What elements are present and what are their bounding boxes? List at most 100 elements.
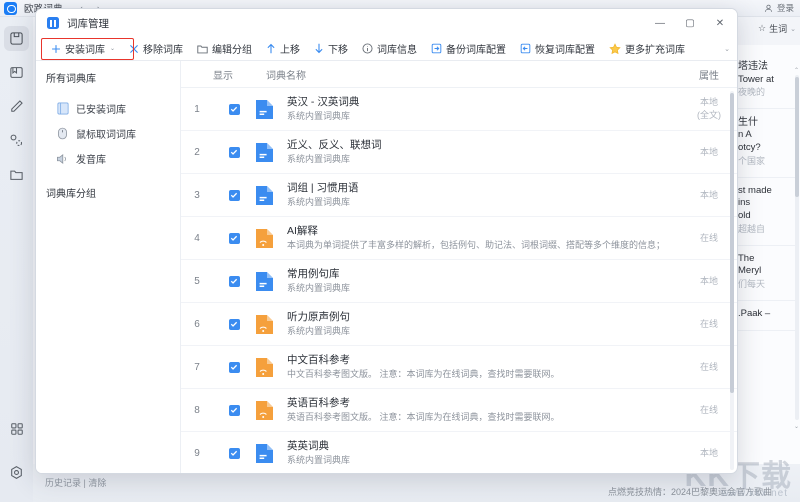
row-show-cell[interactable] [213,275,255,287]
row-checkbox[interactable] [228,404,240,416]
row-checkbox[interactable] [228,447,240,459]
row-show-cell[interactable] [213,232,255,244]
row-show-cell[interactable] [213,146,255,158]
row-checkbox[interactable] [228,318,240,330]
toolbar-backup-config[interactable]: 备份词库配置 [424,39,513,58]
rail-apps-grid-icon[interactable] [4,416,29,441]
table-row[interactable]: 1 英汉 - 汉英词典 系统内置词典库 本地 (全文) [181,88,737,131]
row-checkbox[interactable] [228,189,240,201]
row-checkbox[interactable] [228,232,240,244]
rail-save-icon[interactable] [4,26,29,51]
vocab-label[interactable]: 生词 [769,22,787,35]
table-rows: 1 英汉 - 汉英词典 系统内置词典库 本地 (全文) 2 近义、反义、联想词 系统内置词典库… [181,88,737,473]
document-icon [255,443,274,464]
row-subtitle: 本词典为单词提供了丰富多样的解析，包括例句、助记法、词根词缀、搭配等多个维度的信… [287,239,666,250]
rail-settings-icon[interactable] [4,460,29,485]
chevron-down-icon[interactable]: ⌄ [790,25,796,33]
scroll-up-caret-icon[interactable]: ⌃ [794,67,799,74]
table-row[interactable]: 4 AI解释 本词典为单词提供了丰富多样的解析，包括例句、助记法、词根词缀、搭配等多… [181,217,737,260]
entry-en: n A [738,129,752,141]
row-show-cell[interactable] [213,189,255,201]
toolbar-move-down[interactable]: 下移 [307,39,355,58]
row-show-cell[interactable] [213,361,255,373]
person-icon [765,4,772,12]
row-attr-line1: 在线 [699,361,718,372]
result-entry[interactable]: The Meryl 们每天 [738,246,797,301]
toolbar-edit-group[interactable]: 编辑分组 [190,39,259,58]
table-row[interactable]: 6 听力原声例句 系统内置词典库 在线 [181,303,737,346]
row-show-cell[interactable] [213,103,255,115]
sidebar-label-installed: 已安装词库 [76,105,126,116]
row-attr-line1: 本地 [699,189,718,200]
row-subtitle: 系统内置词典库 [287,110,351,121]
scroll-down-caret-icon[interactable]: ⌄ [794,423,799,430]
row-checkbox[interactable] [228,275,240,287]
toolbar-install-label: 安装词库 [65,45,105,56]
dialog-toolbar: 安装词库 ⌄ 移除词库 编辑分组 上移 下移 词库信息 备份词库配置 恢复词库配… [36,37,737,61]
document-icon [255,185,274,206]
sidebar-group-heading: 词典库分组 [46,189,96,200]
result-entry[interactable]: 生什 n A otcy? 个国家 [738,109,797,178]
rail-network-icon[interactable] [4,128,29,153]
news-ticker[interactable]: 点燃竞技热情：2024巴黎奥运会官方歌曲 [608,486,788,500]
toolbar-move-up[interactable]: 上移 [259,39,307,58]
result-entry[interactable]: .Paak – [738,301,797,331]
row-show-cell[interactable] [213,318,255,330]
minimize-button[interactable]: — [645,9,675,37]
entry-en2: ins [738,197,751,209]
row-subtitle: 系统内置词典库 [287,196,351,207]
table-scroll-thumb[interactable] [730,93,734,393]
toolbar-restore-config[interactable]: 恢复词库配置 [513,39,602,58]
entry-en3: old [738,210,751,222]
rail-book-icon[interactable] [4,60,29,85]
row-show-cell[interactable] [213,404,255,416]
row-attribute: 本地 (全文) [681,96,737,121]
rail-pen-icon[interactable] [4,94,29,119]
table-row[interactable]: 7 中文百科参考 中文百科参考图文版。 注意：本词库为在线词典，查找时需要联网。 在线 [181,346,737,389]
app-root: 欧路词典 ‹ › 登录 [0,0,800,502]
row-index: 9 [194,447,200,459]
row-dictionary-icon-cell [255,271,281,292]
sidebar-item-installed[interactable]: 已安装词库 [46,96,180,121]
close-button[interactable]: ✕ [705,9,735,37]
table-row[interactable]: 2 近义、反义、联想词 系统内置词典库 本地 [181,131,737,174]
rail-folder-icon[interactable] [4,162,29,187]
dialog-body: 所有词典库 已安装词库 鼠标取词词库 发音库 词典库分组 显示 词典名称 属性 … [36,61,737,473]
table-row[interactable]: 5 常用例句库 系统内置词典库 本地 [181,260,737,303]
toolbar-restore-label: 恢复词库配置 [535,45,596,56]
result-entry[interactable]: st made ins old 超越自 [738,178,797,246]
toolbar-install-dictionary[interactable]: 安装词库 ⌄ [44,39,122,58]
sidebar-item-mouse-lookup[interactable]: 鼠标取词词库 [46,121,180,146]
row-dictionary-icon-cell [255,185,281,206]
result-entry[interactable]: 塔违法 Tower at 夜晚的 [738,53,797,109]
row-checkbox[interactable] [228,361,240,373]
toolbar-dictionary-info[interactable]: 词库信息 [355,39,424,58]
panel-scroll-thumb[interactable] [795,77,799,197]
entry-en: Tower at [738,73,774,85]
entry-en: The [738,252,755,264]
toolbar-overflow-chevron-icon[interactable]: ⌄ [724,45,730,53]
row-checkbox[interactable] [228,146,240,158]
login-label[interactable]: 登录 [777,2,794,14]
vocab-toolbar[interactable]: ☆ 生词 ⌄ [758,22,796,35]
login-area[interactable]: 登录 [764,2,800,14]
chevron-down-icon[interactable]: ⌄ [110,45,115,52]
table-row[interactable]: 3 词组 | 习惯用语 系统内置词典库 本地 [181,174,737,217]
row-attr-line1: 本地 [699,97,718,108]
toolbar-remove-label: 移除词库 [143,45,184,56]
entry-en: st made [738,184,772,196]
maximize-button[interactable]: ▢ [675,9,705,37]
row-checkbox[interactable] [228,103,240,115]
row-show-cell[interactable] [213,447,255,459]
dialog-sidebar: 所有词典库 已安装词库 鼠标取词词库 发音库 词典库分组 [36,61,181,473]
row-attr-line1: 本地 [699,447,718,458]
row-title: 英汉 - 汉英词典 [287,96,360,109]
history-clear-link[interactable]: 历史记录 | 清除 [45,478,106,488]
table-row[interactable]: 8 英语百科参考 英语百科参考图文版。 注意：本词库为在线词典，查找时需要联网。 在线 [181,389,737,432]
sidebar-item-pronunciation[interactable]: 发音库 [46,146,180,171]
row-attribute: 在线 [681,361,737,374]
row-dictionary-icon-cell [255,228,281,249]
table-row[interactable]: 9 英英词典 系统内置词典库 本地 [181,432,737,473]
toolbar-more-dictionaries[interactable]: 更多扩充词库 [602,39,692,58]
toolbar-remove-dictionary[interactable]: 移除词库 [122,39,190,58]
